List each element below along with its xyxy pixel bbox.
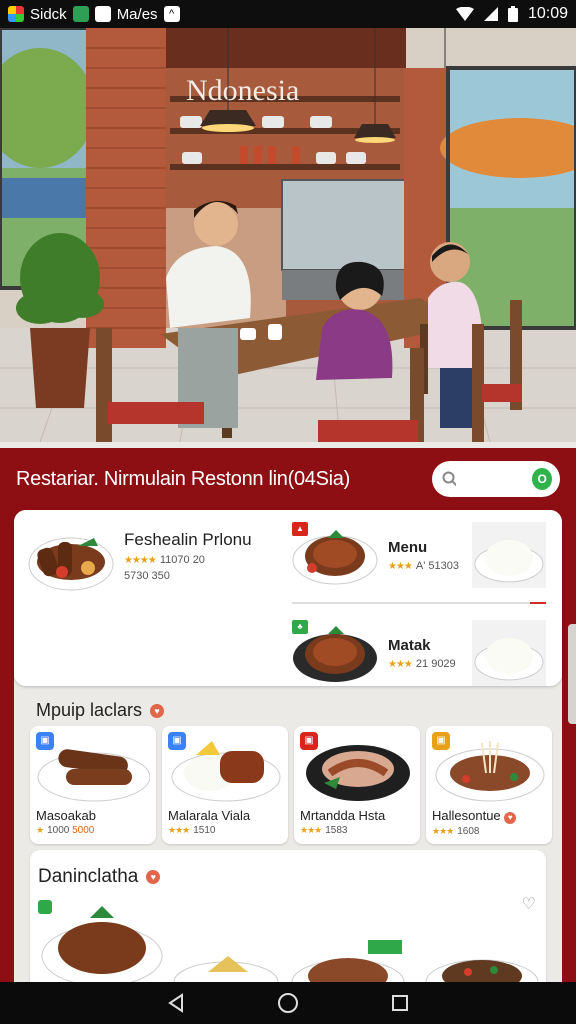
- rice-image: [472, 620, 546, 686]
- popular-grid: ▣ Masoakab ★ 1000 5000 ▣ Malarala Viala …: [30, 726, 552, 844]
- featured-restaurant[interactable]: Feshealin Prlonu ★★★★ 11070 20 5730 350: [28, 524, 278, 604]
- dish-name: Malarala Viala: [168, 808, 251, 823]
- heart-icon: ♥: [150, 703, 165, 718]
- clock: 10:09: [527, 5, 568, 22]
- category-icon: ▣: [36, 732, 54, 750]
- fire-badge-icon: ▲: [292, 521, 308, 536]
- bottom-section[interactable]: Daninclatha ♥ ♡: [30, 850, 546, 1000]
- search-input[interactable]: [462, 471, 533, 487]
- wifi-icon: [455, 7, 474, 21]
- menu-item-rating: ★★★ A' 51303: [388, 559, 459, 572]
- menu-row[interactable]: ♣ Matak ★★★ 21 9029: [292, 616, 546, 690]
- restaurant-sign: Ndonesia: [186, 74, 299, 107]
- restaurant-illustration: Ndonesia: [0, 28, 576, 442]
- dish-tile[interactable]: ▣ Hallesontue ♥ ★★★ 1608: [426, 726, 552, 844]
- app-icon: [8, 6, 24, 22]
- search-go-button[interactable]: O: [532, 468, 552, 490]
- app-header: Restariar. Nirmulain Restonn lin(04Sia) …: [0, 448, 576, 510]
- category-icon: ▣: [300, 732, 318, 750]
- search-icon: [442, 471, 457, 487]
- featured-card[interactable]: Feshealin Prlonu ★★★★ 11070 20 5730 350 ▲: [14, 510, 562, 686]
- menu-item-rating: ★★★ 21 9029: [388, 657, 456, 670]
- battery-icon: [507, 6, 518, 22]
- featured-name: Feshealin Prlonu: [124, 530, 252, 549]
- home-icon[interactable]: [277, 992, 299, 1014]
- app-icon: [72, 6, 89, 22]
- featured-rating: ★★★★ 11070 20: [124, 554, 205, 566]
- featured-sub: 5730 350: [124, 570, 170, 582]
- stars-icon: ★★★★: [124, 555, 157, 566]
- category-icon: ▣: [168, 732, 186, 750]
- dish-rating: ★★★ 1608: [432, 826, 480, 837]
- recents-icon[interactable]: [390, 993, 410, 1013]
- status-bar: Sidck Ma/es ^ 10:09: [0, 0, 576, 28]
- menu-item-title: Menu: [388, 538, 428, 556]
- back-icon[interactable]: [166, 993, 186, 1013]
- featured-menu-list: ▲ Menu ★★★ A' 51303 ♣ Matak ★★★ 21 9029: [292, 518, 546, 690]
- dish-tile[interactable]: ▣ Masoakab ★ 1000 5000: [30, 726, 156, 844]
- dish-name: Mrtandda Hsta: [300, 808, 386, 823]
- divider: [292, 602, 546, 604]
- dish-tile[interactable]: ▣ Malarala Viala ★★★ 1510: [162, 726, 288, 844]
- dish-name: Masoakab: [36, 808, 96, 823]
- dish-tile[interactable]: ▣ Mrtandda Hsta ★★★ 1583: [294, 726, 420, 844]
- menu-item-title: Matak: [388, 636, 431, 654]
- dish-rating: ★★★ 1510: [168, 825, 216, 836]
- page-title: Restariar. Nirmulain Restonn lin(04Sia): [16, 467, 350, 490]
- status-app-2: Ma/es: [116, 5, 158, 23]
- featured-dish-image: [28, 537, 114, 591]
- dish-name: Hallesontue ♥: [432, 808, 546, 824]
- popular-section-title: Mpuip laclars ♥: [36, 700, 165, 721]
- leaf-badge-icon: ♣: [292, 619, 308, 634]
- content-panel: Feshealin Prlonu ★★★★ 11070 20 5730 350 ▲: [14, 510, 562, 1000]
- dish-rating: ★★★ 1583: [300, 825, 348, 836]
- status-app-1: Sidck: [30, 5, 67, 23]
- heart-icon: ♥: [504, 812, 517, 824]
- heart-icon: ♥: [146, 870, 161, 884]
- scroll-handle[interactable]: [568, 624, 576, 724]
- bottom-section-title: Daninclatha ♥: [38, 866, 161, 888]
- search-bar[interactable]: O: [432, 461, 560, 497]
- menu-row[interactable]: ▲ Menu ★★★ A' 51303: [292, 518, 546, 592]
- bottom-dishes-image: [38, 900, 539, 986]
- chevron-up-icon: ^: [163, 6, 180, 22]
- signal-icon: [483, 7, 498, 21]
- app-container: Restariar. Nirmulain Restonn lin(04Sia) …: [0, 448, 576, 1000]
- rice-image: [472, 522, 546, 588]
- photo-icon: [94, 6, 111, 22]
- dish-rating: ★ 1000 5000: [36, 825, 95, 836]
- category-icon: ▣: [432, 732, 450, 750]
- nav-bar: [0, 982, 576, 1024]
